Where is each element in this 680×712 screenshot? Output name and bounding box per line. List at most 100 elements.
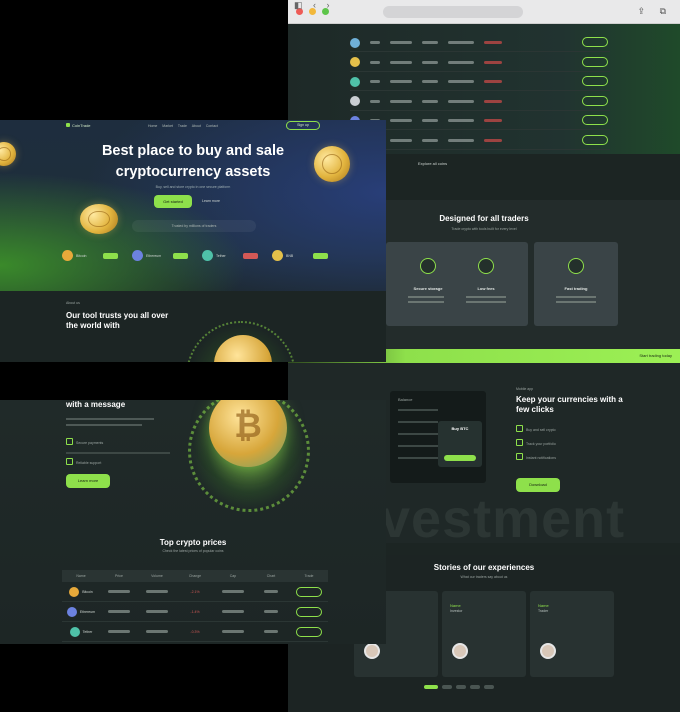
pager-dot[interactable] <box>424 685 438 689</box>
pager-dot[interactable] <box>442 685 452 689</box>
trade-button[interactable] <box>296 606 322 617</box>
testimonial-name: Name <box>450 603 461 608</box>
prices-table: Name Price Volume Change Cap Chart Trade Bitco… <box>62 570 328 642</box>
table-row[interactable]: Ethereum -1.4% <box>62 602 328 622</box>
change-value <box>484 99 502 103</box>
mockup-row <box>398 457 438 459</box>
mockup-row <box>398 433 438 435</box>
change-cell: -2.1% <box>176 590 214 594</box>
change-value: -0.3% <box>190 629 200 634</box>
see-all-link[interactable]: Explore all coins <box>418 161 447 166</box>
cell-value <box>370 80 380 83</box>
globe-illustration: ₿ <box>188 400 310 512</box>
get-started-button[interactable]: Get started <box>154 195 192 208</box>
ticker-item[interactable]: Ethereum <box>132 250 188 261</box>
trade-button[interactable] <box>296 626 322 637</box>
ticker-name: Ethereum <box>146 253 162 258</box>
trade-button[interactable] <box>582 95 608 106</box>
coin-icon <box>62 250 73 261</box>
ticker-item[interactable]: BNB <box>272 250 328 261</box>
buy-popup: Buy BTC <box>438 421 482 467</box>
volume-cell <box>138 610 176 613</box>
carousel-pager[interactable] <box>424 685 494 689</box>
cell-value <box>448 60 474 64</box>
ticker-name: Bitcoin <box>76 253 87 258</box>
coin-cell: Ethereum <box>62 606 100 617</box>
testimonial-name: Name <box>538 603 549 608</box>
cell-value <box>390 99 412 103</box>
trade-button[interactable] <box>582 115 608 125</box>
cell-value <box>448 99 474 103</box>
section-eyebrow: About us <box>66 301 80 305</box>
trade-button[interactable] <box>296 586 322 597</box>
learn-more-link[interactable]: Learn more <box>202 199 220 203</box>
row-divider <box>350 90 610 91</box>
table-row[interactable]: Tether -0.3% <box>62 622 328 642</box>
row-divider <box>350 148 610 150</box>
bitcoin-symbol: ₿ <box>234 407 262 445</box>
change-cell: -1.4% <box>176 610 214 614</box>
table-row[interactable]: Bitcoin -2.1% <box>62 582 328 602</box>
chart-cell <box>252 610 290 613</box>
mini-chart <box>264 590 278 593</box>
change-value: -1.4% <box>190 609 200 614</box>
testimonial-card[interactable]: Name Investor <box>442 591 526 677</box>
body-text <box>66 424 142 426</box>
site-logo[interactable]: CoinTrade <box>66 123 91 128</box>
ticker-trend <box>313 252 328 259</box>
mockup-row <box>398 445 438 447</box>
pager-dot[interactable] <box>484 685 494 689</box>
nav-links[interactable]: Home Market Trade About Contact <box>148 124 218 128</box>
feature-title: Low fees <box>477 286 495 291</box>
ticker-trend <box>103 252 118 259</box>
change-value: -2.1% <box>190 589 200 594</box>
feature-card[interactable]: Fast trading <box>534 242 618 326</box>
coin-icon <box>69 626 80 637</box>
ticker-item[interactable]: Bitcoin <box>62 250 118 261</box>
bolt-icon <box>568 258 584 274</box>
signup-button[interactable]: Sign up <box>286 121 320 130</box>
trade-button[interactable] <box>582 37 608 47</box>
column-header: Chart <box>266 574 276 578</box>
feature-text <box>556 296 596 298</box>
table-header: Name Price Volume Change Cap Chart Trade <box>62 570 328 582</box>
prices-screenshot: with a message Secure payments Reliable … <box>0 400 386 644</box>
ticker-item[interactable]: Tether <box>202 250 258 261</box>
pager-dot[interactable] <box>470 685 480 689</box>
coin-icon <box>69 586 80 597</box>
column-header: Name <box>76 574 86 578</box>
ticker-trend <box>243 252 258 259</box>
cell-value <box>448 41 474 44</box>
coin-cell: Bitcoin <box>62 586 100 597</box>
hero-screenshot: CoinTrade Home Market Trade About Contac… <box>0 120 386 362</box>
trade-button[interactable] <box>582 134 608 145</box>
learn-more-button[interactable]: Learn more <box>66 474 110 488</box>
pager-dot[interactable] <box>456 685 466 689</box>
coin-icon <box>478 258 494 274</box>
cell-value <box>422 138 438 142</box>
change-value <box>484 41 502 44</box>
testimonial-card[interactable]: Name Trader <box>530 591 614 677</box>
row-divider <box>350 51 610 52</box>
coin-icon <box>350 96 360 106</box>
ticker-name: Tether <box>216 253 226 258</box>
trade-cell <box>290 626 328 637</box>
mockup-row <box>398 409 438 411</box>
volume-cell <box>138 590 176 593</box>
cell-value <box>422 60 438 64</box>
change-value <box>484 60 502 64</box>
trade-button[interactable] <box>582 76 608 86</box>
column-header: Change <box>188 574 202 578</box>
feature-text <box>466 301 506 303</box>
navigation-icons[interactable]: ◧ ‹ › <box>294 0 680 12</box>
trade-button[interactable] <box>582 56 608 67</box>
coin-name: Bitcoin <box>82 589 93 594</box>
coin-illustration <box>0 142 16 166</box>
price-cell <box>100 590 138 593</box>
row-divider <box>350 129 610 130</box>
coin-illustration <box>80 204 118 234</box>
change-cell: -0.3% <box>176 630 214 634</box>
cell-value <box>222 610 244 613</box>
feature-card[interactable]: Low fees <box>444 242 528 326</box>
popup-button <box>444 455 476 461</box>
